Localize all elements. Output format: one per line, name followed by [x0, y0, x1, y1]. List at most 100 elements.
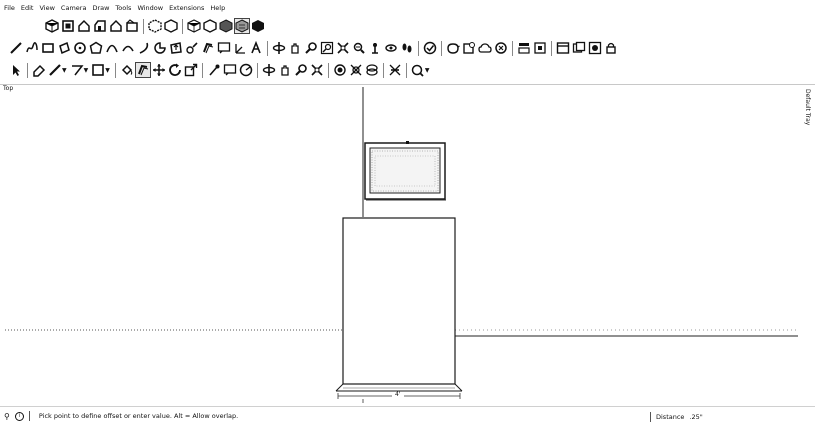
shaded-textures-style-icon[interactable]	[234, 18, 250, 34]
offset-tool-icon[interactable]	[201, 41, 215, 55]
cabinet-panel	[342, 217, 456, 385]
toolbar-separator	[27, 62, 28, 78]
menu-view[interactable]: View	[39, 4, 54, 12]
measurements-value[interactable]: .25"	[689, 413, 729, 421]
intersect-tool-icon[interactable]	[349, 63, 363, 77]
outer-shell-tool-icon[interactable]	[333, 63, 347, 77]
zoom-tool-icon[interactable]	[294, 63, 308, 77]
toolbar-separator	[256, 62, 258, 78]
scale-tool-icon[interactable]	[184, 63, 198, 77]
chevron-down-icon[interactable]: ▼	[84, 67, 89, 74]
3d-text-tool-icon[interactable]	[249, 41, 263, 55]
monochrome-style-icon[interactable]	[251, 19, 265, 33]
zoom-extents-tool-icon[interactable]	[310, 63, 324, 77]
menu-file[interactable]: File	[4, 4, 15, 12]
shaded-style-icon[interactable]	[219, 19, 233, 33]
modeling-viewport[interactable]: Top Default Tray 4'	[0, 84, 815, 405]
hidden-line-style-icon[interactable]	[203, 19, 217, 33]
paint-bucket-tool-icon[interactable]	[120, 63, 134, 77]
text-label-tool-icon[interactable]	[223, 63, 237, 77]
select-tool-icon[interactable]	[9, 63, 23, 77]
wireframe-style-icon[interactable]	[187, 19, 201, 33]
arc-tool-icon[interactable]	[105, 41, 119, 55]
layout-send-icon[interactable]	[517, 41, 531, 55]
menu-window[interactable]: Window	[137, 4, 163, 12]
lock-icon[interactable]	[604, 41, 618, 55]
circle-tool-icon[interactable]	[73, 41, 87, 55]
dimension-label[interactable]: 4'	[395, 391, 400, 398]
rectangle-tool-icon[interactable]	[41, 41, 55, 55]
style-builder-icon[interactable]	[533, 41, 547, 55]
chevron-down-icon[interactable]: ▼	[105, 67, 110, 74]
freehand-tool-icon[interactable]	[25, 41, 39, 55]
right-view-icon[interactable]	[93, 19, 107, 33]
three-point-arc-tool-icon[interactable]	[137, 41, 151, 55]
menu-edit[interactable]: Edit	[21, 4, 34, 12]
scenes-icon[interactable]	[572, 41, 586, 55]
toolbar-separator	[382, 62, 384, 78]
zoom-window-tool-icon[interactable]	[320, 41, 334, 55]
position-camera-tool-icon[interactable]	[368, 41, 382, 55]
materials-icon[interactable]	[588, 41, 602, 55]
share-component-icon[interactable]	[478, 41, 492, 55]
pencil-tool-icon[interactable]	[48, 63, 62, 77]
toolbar-separator	[143, 18, 144, 34]
axes-tool-icon[interactable]	[233, 41, 247, 55]
measurements-box[interactable]: Distance .25"	[650, 412, 729, 422]
rotated-rectangle-tool-icon[interactable]	[57, 41, 71, 55]
menu-extensions[interactable]: Extensions	[169, 4, 204, 12]
toolbar-separator	[327, 62, 329, 78]
menu-draw[interactable]: Draw	[92, 4, 109, 12]
back-view-icon[interactable]	[109, 19, 123, 33]
rotate-tool-icon[interactable]	[168, 63, 182, 77]
menu-camera[interactable]: Camera	[61, 4, 87, 12]
chevron-down-icon[interactable]: ▼	[425, 67, 430, 74]
walk-tool-icon[interactable]	[400, 41, 414, 55]
union-tool-icon[interactable]	[365, 63, 379, 77]
eraser-tool-icon[interactable]	[32, 63, 46, 77]
status-message: Pick point to define offset or enter val…	[38, 412, 239, 420]
zoom-tool-icon[interactable]	[304, 41, 318, 55]
back-edges-style-icon[interactable]	[164, 19, 178, 33]
front-view-icon[interactable]	[77, 19, 91, 33]
polygon-tool-icon[interactable]	[89, 41, 103, 55]
previous-view-icon[interactable]	[352, 41, 366, 55]
move-tool-icon[interactable]	[152, 63, 166, 77]
chevron-down-icon[interactable]: ▼	[62, 67, 67, 74]
share-model-icon[interactable]	[462, 41, 476, 55]
info-icon[interactable]: i	[14, 411, 24, 421]
offset-tool-active-icon[interactable]	[134, 62, 151, 78]
two-point-arc-tool-icon[interactable]	[121, 41, 135, 55]
tape-measure-tool-icon[interactable]	[207, 63, 221, 77]
top-view-icon[interactable]	[61, 19, 75, 33]
generate-report-icon[interactable]	[411, 63, 425, 77]
pan-tool-icon[interactable]	[278, 63, 292, 77]
section-plane-tool-icon[interactable]	[423, 41, 437, 55]
geo-location-icon[interactable]: ⚲	[4, 412, 10, 421]
toolbar-separator	[405, 62, 407, 78]
text-tool-icon[interactable]	[217, 41, 231, 55]
left-view-icon[interactable]	[125, 19, 139, 33]
xray-style-icon[interactable]	[148, 19, 162, 33]
push-pull-tool-icon[interactable]	[169, 41, 183, 55]
protractor-tool-icon[interactable]	[239, 63, 253, 77]
menu-tools[interactable]: Tools	[115, 4, 131, 12]
line-tool-icon[interactable]	[9, 41, 23, 55]
shapes-tool-icon[interactable]	[70, 63, 84, 77]
rectangle-group-icon[interactable]	[91, 63, 105, 77]
warehouse-icon[interactable]	[446, 41, 460, 55]
pie-tool-icon[interactable]	[153, 41, 167, 55]
orbit-tool-icon[interactable]	[262, 63, 276, 77]
look-around-tool-icon[interactable]	[384, 41, 398, 55]
solid-subtract-tool-icon[interactable]	[388, 63, 402, 77]
orbit-tool-icon[interactable]	[272, 41, 286, 55]
toolbar-separator	[114, 62, 116, 78]
extension-warehouse-icon[interactable]	[494, 41, 508, 55]
follow-me-tool-icon[interactable]	[185, 41, 199, 55]
pan-tool-icon[interactable]	[288, 41, 302, 55]
views-styles-toolbar	[0, 16, 815, 36]
window-icon[interactable]	[556, 41, 570, 55]
menu-help[interactable]: Help	[210, 4, 225, 12]
zoom-extents-tool-icon[interactable]	[336, 41, 350, 55]
iso-view-icon[interactable]	[45, 19, 59, 33]
